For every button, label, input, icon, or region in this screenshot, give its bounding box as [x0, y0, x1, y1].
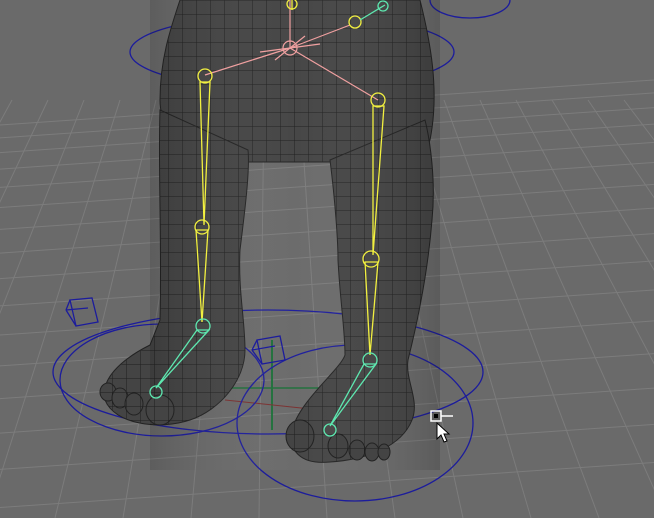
upper-torso-control-curve — [429, 0, 511, 19]
locator-cube-left — [65, 297, 99, 327]
3d-viewport[interactable] — [0, 0, 654, 518]
scene-canvas[interactable] — [0, 0, 654, 518]
mouse-cursor-icon — [430, 410, 453, 443]
left-leg-mesh — [103, 109, 249, 426]
